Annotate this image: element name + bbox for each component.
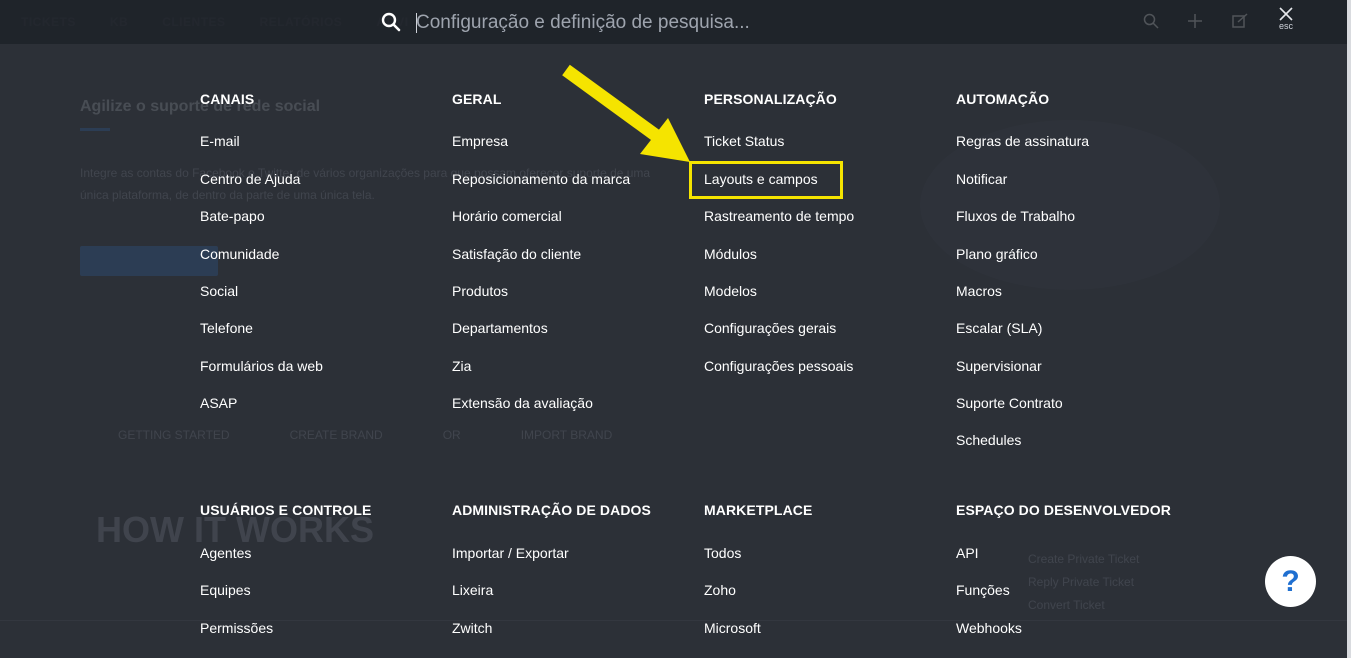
menu-item-api[interactable]: API bbox=[956, 545, 979, 561]
menu-item-macros[interactable]: Macros bbox=[956, 283, 1002, 299]
menu-item-ticket-status[interactable]: Ticket Status bbox=[704, 133, 784, 149]
bg-step: GETTING STARTED bbox=[118, 428, 230, 442]
menu-item-formularios-da-web[interactable]: Formulários da web bbox=[200, 358, 323, 374]
menu-item-configuracoes-pessoais[interactable]: Configurações pessoais bbox=[704, 358, 853, 374]
bg-side-item: Convert Ticket bbox=[1028, 598, 1105, 612]
bg-step: CREATE BRAND bbox=[289, 428, 383, 442]
menu-item-todos[interactable]: Todos bbox=[704, 545, 741, 561]
menu-item-zwitch[interactable]: Zwitch bbox=[452, 620, 492, 636]
section-title-automacao: AUTOMAÇÃO bbox=[956, 91, 1050, 107]
search-input[interactable] bbox=[416, 8, 1016, 38]
bg-start-button bbox=[80, 246, 218, 276]
close-button[interactable]: esc bbox=[1272, 6, 1300, 40]
menu-item-notificar[interactable]: Notificar bbox=[956, 171, 1007, 187]
menu-item-microsoft[interactable]: Microsoft bbox=[704, 620, 761, 636]
menu-item-centro-de-ajuda[interactable]: Centro de Ajuda bbox=[200, 171, 300, 187]
section-title-usuarios-e-controle: USUÁRIOS E CONTROLE bbox=[200, 502, 372, 518]
bg-steps: GETTING STARTED CREATE BRAND OR IMPORT B… bbox=[118, 428, 612, 442]
section-title-administracao-de-dados: ADMINISTRAÇÃO DE DADOS bbox=[452, 502, 651, 518]
menu-item-zoho[interactable]: Zoho bbox=[704, 582, 736, 598]
menu-item-departamentos[interactable]: Departamentos bbox=[452, 320, 548, 336]
close-icon bbox=[1279, 7, 1293, 21]
menu-item-suporte-contrato[interactable]: Suporte Contrato bbox=[956, 395, 1063, 411]
bg-side-list: Create Private Ticket Reply Private Tick… bbox=[1028, 548, 1139, 617]
menu-item-social[interactable]: Social bbox=[200, 283, 238, 299]
bg-title-underline bbox=[80, 128, 110, 131]
menu-item-permissoes[interactable]: Permissões bbox=[200, 620, 273, 636]
menu-item-horario-comercial[interactable]: Horário comercial bbox=[452, 208, 562, 224]
menu-item-lixeira[interactable]: Lixeira bbox=[452, 582, 493, 598]
menu-item-modulos[interactable]: Módulos bbox=[704, 246, 757, 262]
menu-item-equipes[interactable]: Equipes bbox=[200, 582, 251, 598]
esc-label: esc bbox=[1278, 21, 1293, 31]
menu-item-modelos[interactable]: Modelos bbox=[704, 283, 757, 299]
section-title-geral: GERAL bbox=[452, 91, 502, 107]
menu-item-email[interactable]: E-mail bbox=[200, 133, 240, 149]
section-title-personalizacao: PERSONALIZAÇÃO bbox=[704, 91, 837, 107]
section-title-canais: CANAIS bbox=[200, 91, 255, 107]
bg-step: IMPORT BRAND bbox=[520, 428, 613, 442]
menu-item-zia[interactable]: Zia bbox=[452, 358, 471, 374]
menu-item-empresa[interactable]: Empresa bbox=[452, 133, 508, 149]
menu-item-rastreamento-de-tempo[interactable]: Rastreamento de tempo bbox=[704, 208, 854, 224]
menu-item-bate-papo[interactable]: Bate-papo bbox=[200, 208, 265, 224]
faded-plus-icon bbox=[1188, 14, 1202, 28]
bg-side-item: Reply Private Ticket bbox=[1028, 575, 1135, 589]
menu-item-comunidade[interactable]: Comunidade bbox=[200, 246, 279, 262]
menu-item-extensao-da-avaliacao[interactable]: Extensão da avaliação bbox=[452, 395, 593, 411]
help-icon: ? bbox=[1281, 564, 1300, 598]
search-bar: esc bbox=[0, 0, 1351, 44]
faded-search-icon bbox=[1143, 13, 1159, 29]
menu-item-reposicionamento-da-marca[interactable]: Reposicionamento da marca bbox=[452, 171, 630, 187]
menu-item-schedules[interactable]: Schedules bbox=[956, 432, 1021, 448]
menu-item-importar-exportar[interactable]: Importar / Exportar bbox=[452, 545, 569, 561]
section-title-marketplace: MARKETPLACE bbox=[704, 502, 813, 518]
pointer-arrow-icon bbox=[562, 64, 690, 162]
menu-item-escalar-sla[interactable]: Escalar (SLA) bbox=[956, 320, 1042, 336]
bg-side-item: Create Private Ticket bbox=[1028, 552, 1140, 566]
menu-item-supervisionar[interactable]: Supervisionar bbox=[956, 358, 1042, 374]
menu-item-funcoes[interactable]: Funções bbox=[956, 582, 1010, 598]
menu-item-layouts-e-campos[interactable]: Layouts e campos bbox=[704, 171, 818, 187]
section-title-espaco-do-desenvolvedor: ESPAÇO DO DESENVOLVEDOR bbox=[956, 502, 1171, 518]
scrollbar[interactable] bbox=[1347, 0, 1351, 658]
menu-item-configuracoes-gerais[interactable]: Configurações gerais bbox=[704, 320, 836, 336]
menu-item-telefone[interactable]: Telefone bbox=[200, 320, 253, 336]
faded-compose-icon bbox=[1232, 13, 1248, 28]
menu-item-produtos[interactable]: Produtos bbox=[452, 283, 508, 299]
menu-item-agentes[interactable]: Agentes bbox=[200, 545, 251, 561]
help-button[interactable]: ? bbox=[1265, 556, 1316, 607]
menu-item-asap[interactable]: ASAP bbox=[200, 395, 237, 411]
menu-item-plano-grafico[interactable]: Plano gráfico bbox=[956, 246, 1038, 262]
text-caret bbox=[416, 13, 417, 33]
bg-step: OR bbox=[442, 428, 461, 442]
search-icon bbox=[381, 12, 401, 32]
menu-item-fluxos-de-trabalho[interactable]: Fluxos de Trabalho bbox=[956, 208, 1075, 224]
menu-item-webhooks[interactable]: Webhooks bbox=[956, 620, 1022, 636]
menu-item-satisfacao-do-cliente[interactable]: Satisfação do cliente bbox=[452, 246, 581, 262]
menu-item-regras-de-assinatura[interactable]: Regras de assinatura bbox=[956, 133, 1089, 149]
